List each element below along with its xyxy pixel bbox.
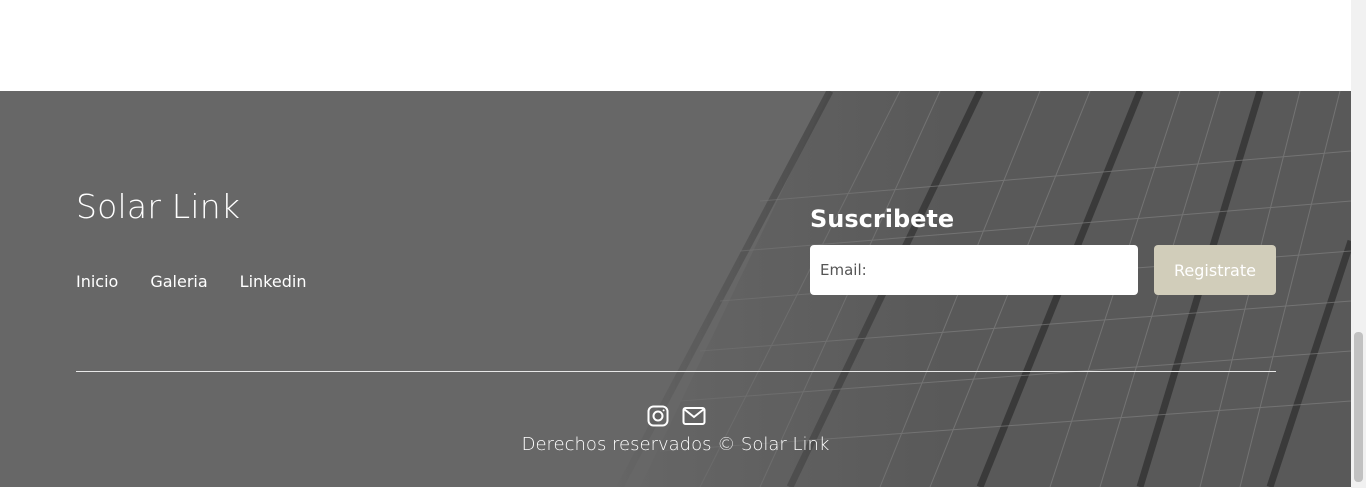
social-links (646, 404, 706, 428)
site-footer: Solar Link Inicio Galeria Linkedin Suscr… (0, 91, 1351, 487)
nav-link-galeria[interactable]: Galeria (150, 272, 207, 291)
page-scrollbar[interactable] (1351, 0, 1366, 488)
instagram-icon[interactable] (646, 404, 670, 428)
scrollbar-thumb[interactable] (1354, 332, 1363, 482)
footer-content: Solar Link Inicio Galeria Linkedin Suscr… (0, 91, 1351, 487)
nav-link-linkedin[interactable]: Linkedin (240, 272, 307, 291)
nav-link-inicio[interactable]: Inicio (76, 272, 118, 291)
footer-divider (76, 371, 1276, 372)
footer-brand: Solar Link (76, 187, 241, 226)
copyright-text: Derechos reservados © Solar Link (521, 434, 830, 455)
register-button[interactable]: Registrate (1154, 245, 1276, 295)
footer-nav: Inicio Galeria Linkedin (76, 272, 306, 291)
subscribe-title: Suscribete (810, 205, 955, 233)
mail-icon[interactable] (682, 404, 706, 428)
email-input[interactable] (810, 245, 1138, 295)
